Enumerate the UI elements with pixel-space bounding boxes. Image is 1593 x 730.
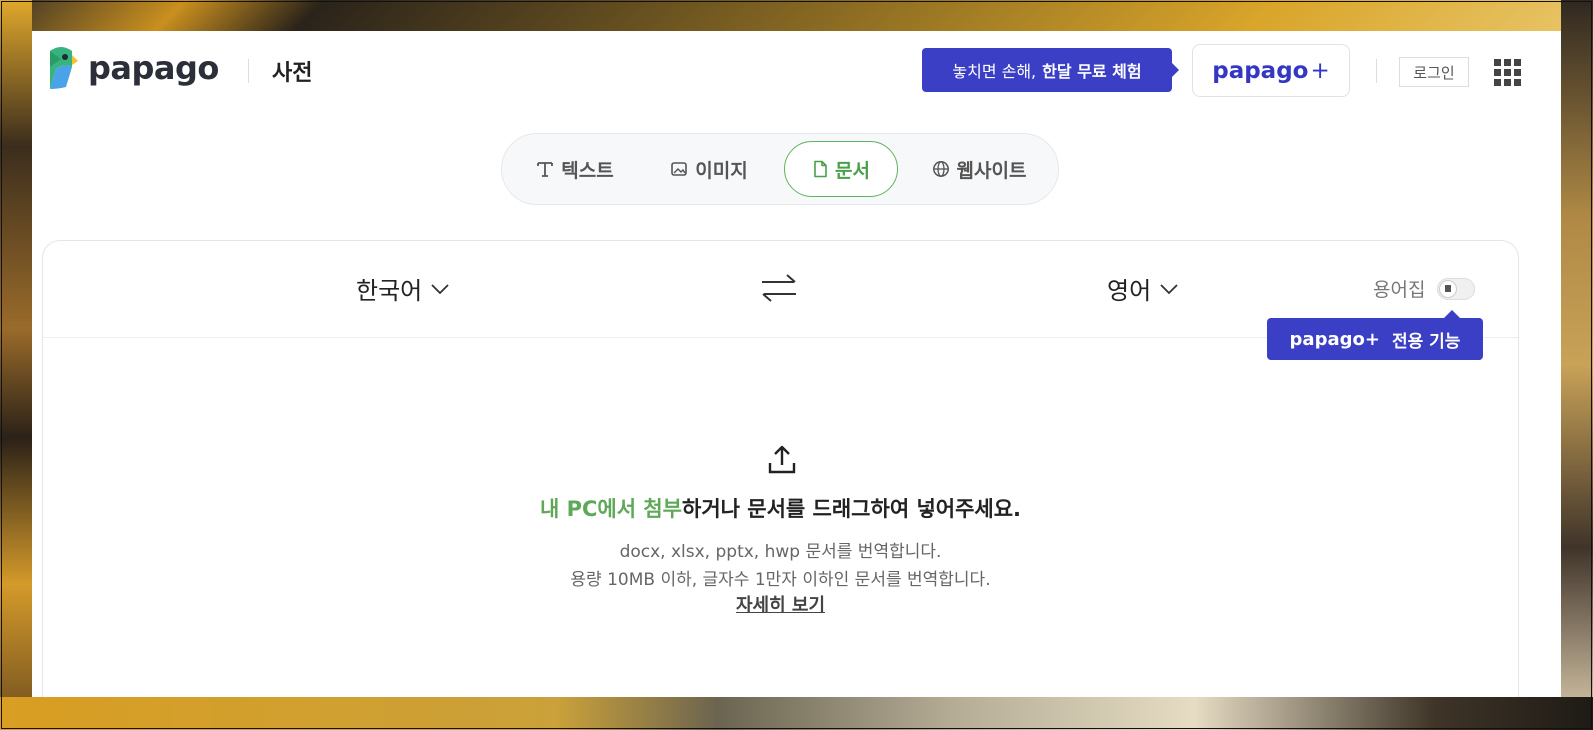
tooltip-arrow xyxy=(1444,310,1460,318)
glossary-toggle[interactable] xyxy=(1437,277,1476,300)
size-limit-text: 용량 10MB 이하, 글자수 1만자 이하인 문서를 번역합니다. xyxy=(570,570,991,590)
promo-bold: 한달 무료 체험 xyxy=(1042,62,1142,81)
background-bottom xyxy=(0,697,1593,730)
plus-exclusive-tooltip: papago+ 전용 기능 xyxy=(1267,318,1483,360)
parrot-logo-icon xyxy=(50,47,78,89)
source-language-label: 한국어 xyxy=(356,277,423,305)
chevron-down-icon xyxy=(431,283,449,294)
swap-languages-icon[interactable] xyxy=(759,268,799,308)
glossary-label: 용어집 xyxy=(1373,279,1426,301)
free-trial-banner[interactable]: 놓치면 손해, 한달 무료 체험 xyxy=(922,48,1172,92)
text-icon xyxy=(537,162,554,177)
dictionary-link[interactable]: 사전 xyxy=(272,55,312,87)
upload-icon[interactable] xyxy=(765,443,799,477)
tab-label: 텍스트 xyxy=(561,159,614,182)
tab-text[interactable]: 텍스트 xyxy=(520,141,630,197)
globe-icon xyxy=(932,161,949,177)
papago-logo[interactable]: papago xyxy=(44,45,219,91)
tab-website[interactable]: 웹사이트 xyxy=(914,141,1044,197)
bookmark-icon xyxy=(1439,279,1458,298)
tab-document[interactable]: 문서 xyxy=(784,141,898,197)
login-button[interactable]: 로그인 xyxy=(1399,57,1469,87)
app-grid-icon[interactable] xyxy=(1494,59,1521,86)
document-translator-panel: 한국어 영어 용어집 papago+ 전용 기능 내 PC에서 첨부하거나 문서… xyxy=(42,240,1519,697)
promo-prefix: 놓치면 손해, xyxy=(952,62,1037,81)
tab-label: 웹사이트 xyxy=(956,159,1027,182)
language-bar: 한국어 영어 용어집 papago+ 전용 기능 xyxy=(43,241,1518,360)
papago-app-window: papago 사전 놓치면 손해, 한달 무료 체험 papago + 로그인 … xyxy=(32,31,1561,697)
target-language-label: 영어 xyxy=(1107,277,1152,305)
plus-brand: papago xyxy=(1212,57,1309,84)
header-divider-2 xyxy=(1376,59,1377,83)
papago-plus-button[interactable]: papago + xyxy=(1192,44,1350,97)
attach-from-pc-link[interactable]: 내 PC에서 첨부 xyxy=(540,497,682,521)
detail-link-wrap: 자세히 보기 xyxy=(43,591,1518,617)
see-details-link[interactable]: 자세히 보기 xyxy=(736,595,825,616)
header-divider xyxy=(248,59,249,83)
tab-label: 이미지 xyxy=(695,159,748,182)
plus-symbol: + xyxy=(1310,57,1330,84)
supported-formats-text: docx, xlsx, pptx, hwp 문서를 번역합니다. xyxy=(619,542,942,562)
chevron-down-icon xyxy=(1160,283,1178,294)
drop-instruction-rest: 하거나 문서를 드래그하여 넣어주세요. xyxy=(682,497,1022,521)
background-right xyxy=(1561,0,1593,730)
background-left xyxy=(0,0,32,730)
image-icon xyxy=(671,162,688,176)
promo-arrow xyxy=(1171,62,1179,78)
tooltip-brand: papago+ xyxy=(1289,328,1380,350)
document-icon xyxy=(814,160,827,178)
drop-instruction: 내 PC에서 첨부하거나 문서를 드래그하여 넣어주세요. xyxy=(43,493,1518,523)
source-language-select[interactable]: 한국어 xyxy=(356,271,450,306)
tooltip-text: 전용 기능 xyxy=(1391,331,1461,352)
glossary-control[interactable]: 용어집 xyxy=(1373,275,1476,302)
logo-text: papago xyxy=(88,49,219,87)
tab-label: 문서 xyxy=(835,159,870,182)
tab-image[interactable]: 이미지 xyxy=(654,141,764,197)
target-language-select[interactable]: 영어 xyxy=(1107,271,1179,306)
translation-mode-tabs: 텍스트 이미지 문서 웹사이트 xyxy=(501,133,1059,205)
